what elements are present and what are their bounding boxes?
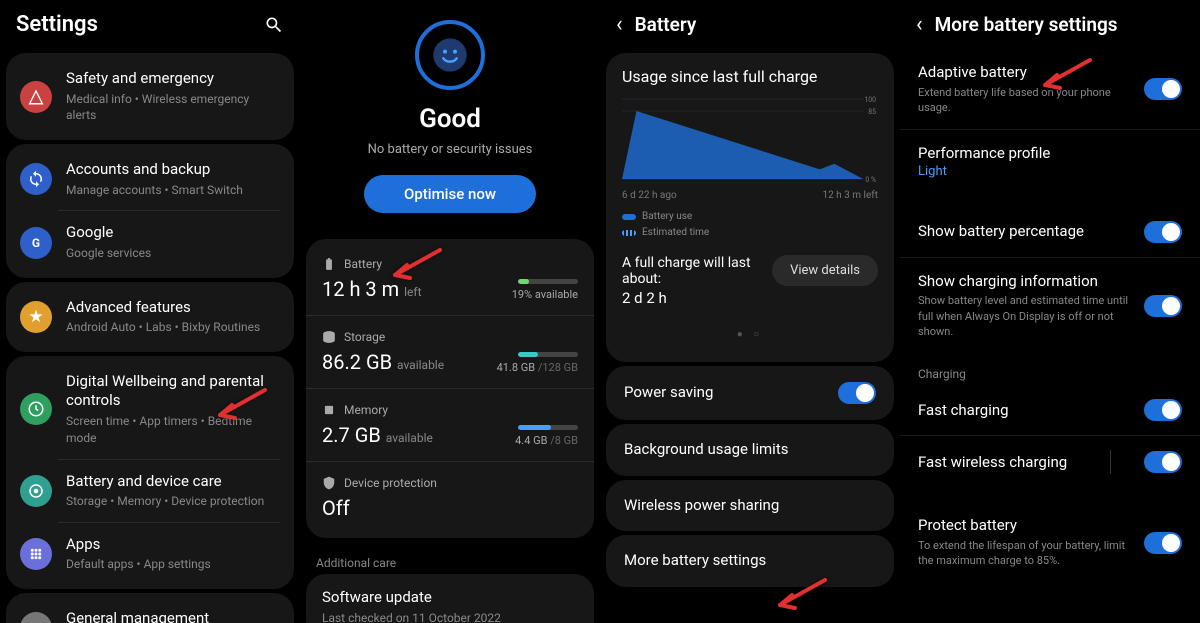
battery-stat[interactable]: Battery 12 h 3 m left 19% available [306, 243, 594, 316]
stats-card: Battery 12 h 3 m left 19% available Stor… [306, 239, 594, 538]
additional-care-header: Additional care [300, 542, 600, 570]
fast-wireless-toggle[interactable] [1144, 451, 1182, 473]
care-icon [20, 475, 52, 507]
separator [1088, 450, 1132, 474]
google-icon: G [20, 227, 52, 259]
more-battery-panel: ‹ More battery settings Adaptive battery… [900, 0, 1200, 623]
svg-text:85: 85 [868, 108, 876, 116]
protection-stat[interactable]: Device protection Off [306, 462, 594, 534]
settings-item-general-management[interactable]: General managementLanguage and keyboard … [6, 597, 294, 623]
svg-text:G: G [32, 235, 40, 249]
star-icon [20, 301, 52, 333]
storage-icon [322, 330, 336, 344]
device-care-panel: Good No battery or security issues Optim… [300, 0, 600, 623]
charge-estimate: View details A full charge will last abo… [606, 241, 894, 321]
memory-stat[interactable]: Memory 2.7 GB available 4.4 GB /8 GB [306, 389, 594, 462]
battery-icon [322, 257, 336, 271]
settings-item-advanced-features[interactable]: Advanced featuresAndroid Auto • Labs • B… [6, 286, 294, 348]
battery-chart[interactable]: 100 85 0 % 6 d 22 h ago12 h 3 m left Bat… [606, 94, 894, 241]
adaptive-toggle[interactable] [1144, 78, 1182, 100]
fast-wireless-row[interactable]: Fast wireless charging [900, 436, 1200, 488]
status-subtext: No battery or security issues [320, 142, 580, 157]
back-icon[interactable]: ‹ [616, 12, 623, 37]
charging-info-toggle[interactable] [1144, 295, 1182, 317]
settings-panel: Settings Safety and emergencyMedical inf… [0, 0, 300, 623]
device-care-summary: Good No battery or security issues Optim… [300, 0, 600, 223]
storage-stat[interactable]: Storage 86.2 GB available 41.8 GB /128 G… [306, 316, 594, 389]
svg-text:100: 100 [864, 96, 876, 104]
alert-icon [20, 81, 52, 113]
apps-icon [20, 538, 52, 570]
more-battery-header: ‹ More battery settings [900, 0, 1200, 49]
back-icon[interactable]: ‹ [916, 12, 923, 37]
show-charging-row[interactable]: Show charging informationShow battery le… [900, 258, 1200, 354]
show-percentage-row[interactable]: Show battery percentage [900, 207, 1200, 258]
settings-item-google[interactable]: GGoogleGoogle services [6, 211, 294, 273]
search-icon[interactable] [264, 15, 284, 35]
software-update-item[interactable]: Software update Last checked on 11 Octob… [306, 574, 594, 623]
svg-text:0 %: 0 % [865, 176, 876, 184]
settings-item-safety-and-emergency[interactable]: Safety and emergencyMedical info • Wirel… [6, 57, 294, 136]
sync-icon [20, 163, 52, 195]
shield-icon [322, 476, 336, 490]
wellbeing-icon [20, 393, 52, 425]
memory-icon [322, 403, 336, 417]
settings-item-apps[interactable]: AppsDefault apps • App settings [6, 523, 294, 585]
percentage-toggle[interactable] [1144, 221, 1182, 243]
page-title: More battery settings [935, 13, 1184, 36]
settings-item-digital-wellbeing-and-parental-controls[interactable]: Digital Wellbeing and parental controlsS… [6, 360, 294, 459]
general-icon [20, 612, 52, 623]
battery-item-power-saving[interactable]: Power saving [606, 366, 894, 420]
battery-header: ‹ Battery [600, 0, 900, 49]
battery-item-background-usage-limits[interactable]: Background usage limits [606, 424, 894, 476]
protect-toggle[interactable] [1144, 532, 1182, 554]
performance-profile-row[interactable]: Performance profileLight [900, 130, 1200, 193]
chart-legend: Battery use Estimated time [622, 209, 878, 241]
protect-battery-row[interactable]: Protect batteryTo extend the lifespan of… [900, 502, 1200, 582]
settings-header: Settings [0, 0, 300, 49]
page-title: Settings [16, 12, 252, 37]
usage-card: Usage since last full charge 100 85 0 % … [606, 53, 894, 362]
page-dots[interactable]: ● ○ [606, 321, 894, 348]
charging-header: Charging [900, 353, 1200, 385]
battery-panel: ‹ Battery Usage since last full charge 1… [600, 0, 900, 623]
settings-item-battery-and-device-care[interactable]: Battery and device careStorage • Memory … [6, 460, 294, 522]
settings-item-accounts-and-backup[interactable]: Accounts and backupManage accounts • Sma… [6, 148, 294, 210]
power-saving-toggle[interactable] [838, 382, 876, 404]
fast-charging-row[interactable]: Fast charging [900, 385, 1200, 436]
page-title: Battery [635, 13, 884, 36]
optimise-button[interactable]: Optimise now [364, 175, 536, 213]
battery-item-more-battery-settings[interactable]: More battery settings [606, 535, 894, 587]
adaptive-battery-row[interactable]: Adaptive batteryExtend battery life base… [900, 49, 1200, 130]
status-face-icon [415, 20, 485, 90]
battery-item-wireless-power-sharing[interactable]: Wireless power sharing [606, 480, 894, 532]
fast-charging-toggle[interactable] [1144, 399, 1182, 421]
view-details-button[interactable]: View details [772, 255, 878, 286]
usage-title: Usage since last full charge [606, 67, 894, 86]
status-text: Good [320, 104, 580, 134]
